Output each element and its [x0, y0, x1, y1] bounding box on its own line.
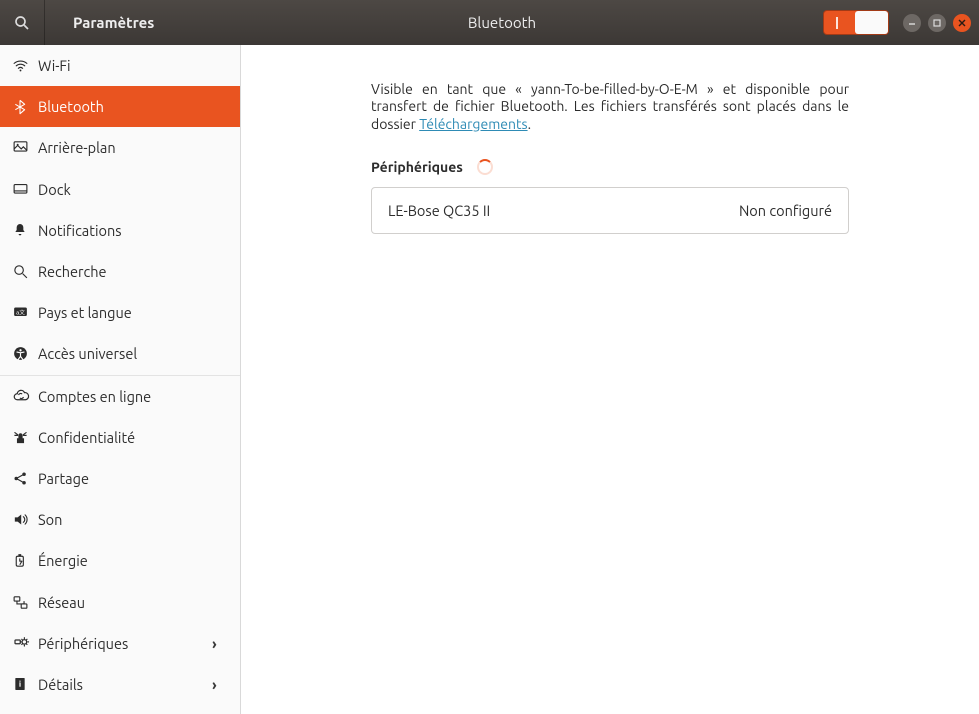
sidebar-item-label: Dock: [38, 181, 240, 198]
search-button[interactable]: [0, 0, 45, 45]
sidebar-item-label: Wi-Fi: [38, 57, 240, 74]
dock-icon: [12, 181, 38, 198]
sound-icon: [12, 511, 38, 528]
window-controls: [903, 14, 979, 32]
sidebar-item-dock[interactable]: Dock: [0, 169, 240, 210]
sidebar-item-label: Son: [38, 511, 240, 528]
sidebar-item-energie[interactable]: Énergie: [0, 540, 240, 581]
sidebar-item-label: Bluetooth: [38, 98, 240, 115]
page-title: Bluetooth: [241, 14, 823, 31]
main-area: Wi-Fi Bluetooth Arrière-plan Dock Notificati…: [0, 45, 979, 714]
sidebar-item-notifications[interactable]: Notifications: [0, 210, 240, 251]
device-row[interactable]: LE-Bose QC35 IINon configuré: [372, 188, 848, 233]
bluetooth-icon: [12, 99, 38, 115]
sidebar-item-label: Pays et langue: [38, 304, 240, 321]
sidebar-item-confidentialite[interactable]: Confidentialité: [0, 417, 240, 458]
search-icon: [12, 263, 38, 280]
details-icon: i: [12, 676, 38, 692]
power-icon: [12, 552, 38, 569]
description-suffix: .: [528, 116, 531, 132]
titlebar: Paramètres Bluetooth: [0, 0, 979, 45]
privacy-icon: [12, 429, 38, 446]
app-title: Paramètres: [45, 14, 241, 31]
cloud-sync-icon: [12, 387, 38, 405]
bell-icon: [12, 222, 38, 238]
device-status: Non configuré: [739, 202, 832, 219]
sidebar-item-label: Arrière-plan: [38, 139, 240, 156]
devices-icon: [12, 634, 38, 652]
sidebar-item-details[interactable]: iDétails›: [0, 664, 240, 705]
device-name: LE-Bose QC35 II: [388, 202, 739, 219]
close-button[interactable]: [953, 14, 971, 32]
wifi-icon: [12, 57, 38, 74]
sidebar-item-label: Détails: [38, 676, 212, 693]
close-icon: [957, 18, 967, 28]
devices-label: Périphériques: [371, 159, 463, 175]
devices-heading: Périphériques: [371, 159, 849, 175]
sidebar-item-label: Énergie: [38, 552, 240, 569]
device-list: LE-Bose QC35 IINon configuré: [371, 187, 849, 234]
sidebar-item-reseau[interactable]: Réseau: [0, 581, 240, 622]
bluetooth-toggle[interactable]: [823, 10, 889, 35]
maximize-button[interactable]: [928, 14, 946, 32]
sidebar-item-label: Périphériques: [38, 635, 212, 652]
sidebar-item-label: Confidentialité: [38, 429, 240, 446]
sidebar-item-comptes[interactable]: Comptes en ligne: [0, 376, 240, 417]
loading-spinner-icon: [477, 159, 493, 175]
downloads-link[interactable]: Téléchargements: [419, 116, 527, 132]
network-icon: [12, 594, 38, 611]
sidebar-item-arriere-plan[interactable]: Arrière-plan: [0, 127, 240, 168]
sidebar-item-bluetooth[interactable]: Bluetooth: [0, 86, 240, 127]
sidebar-item-wifi[interactable]: Wi-Fi: [0, 45, 240, 86]
sidebar-item-partage[interactable]: Partage: [0, 458, 240, 499]
sidebar-item-son[interactable]: Son: [0, 499, 240, 540]
search-icon: [13, 14, 31, 32]
visibility-description: Visible en tant que « yann-To-be-filled-…: [371, 81, 849, 133]
chevron-right-icon: ›: [212, 635, 240, 652]
toggle-handle: [855, 11, 888, 34]
background-icon: [12, 139, 38, 156]
toggle-on-indicator: [836, 17, 838, 29]
chevron-right-icon: ›: [212, 676, 240, 693]
accessibility-icon: [12, 345, 38, 362]
sidebar-item-peripheriques[interactable]: Périphériques›: [0, 623, 240, 664]
minimize-icon: [907, 18, 917, 28]
content-pane: Visible en tant que « yann-To-be-filled-…: [241, 45, 979, 714]
sidebar-item-label: Accès universel: [38, 345, 240, 362]
minimize-button[interactable]: [903, 14, 921, 32]
maximize-icon: [932, 18, 942, 28]
sidebar-item-label: Comptes en ligne: [38, 388, 240, 405]
sidebar-item-recherche[interactable]: Recherche: [0, 251, 240, 292]
sidebar-item-pays-langue[interactable]: a文Pays et langue: [0, 292, 240, 333]
sidebar-item-label: Recherche: [38, 263, 240, 280]
sidebar-item-label: Notifications: [38, 222, 240, 239]
sidebar-item-label: Réseau: [38, 594, 240, 611]
sidebar-item-acces-universel[interactable]: Accès universel: [0, 333, 240, 374]
share-icon: [12, 470, 38, 487]
sidebar-item-label: Partage: [38, 470, 240, 487]
language-icon: a文: [12, 304, 38, 321]
sidebar: Wi-Fi Bluetooth Arrière-plan Dock Notificati…: [0, 45, 241, 714]
